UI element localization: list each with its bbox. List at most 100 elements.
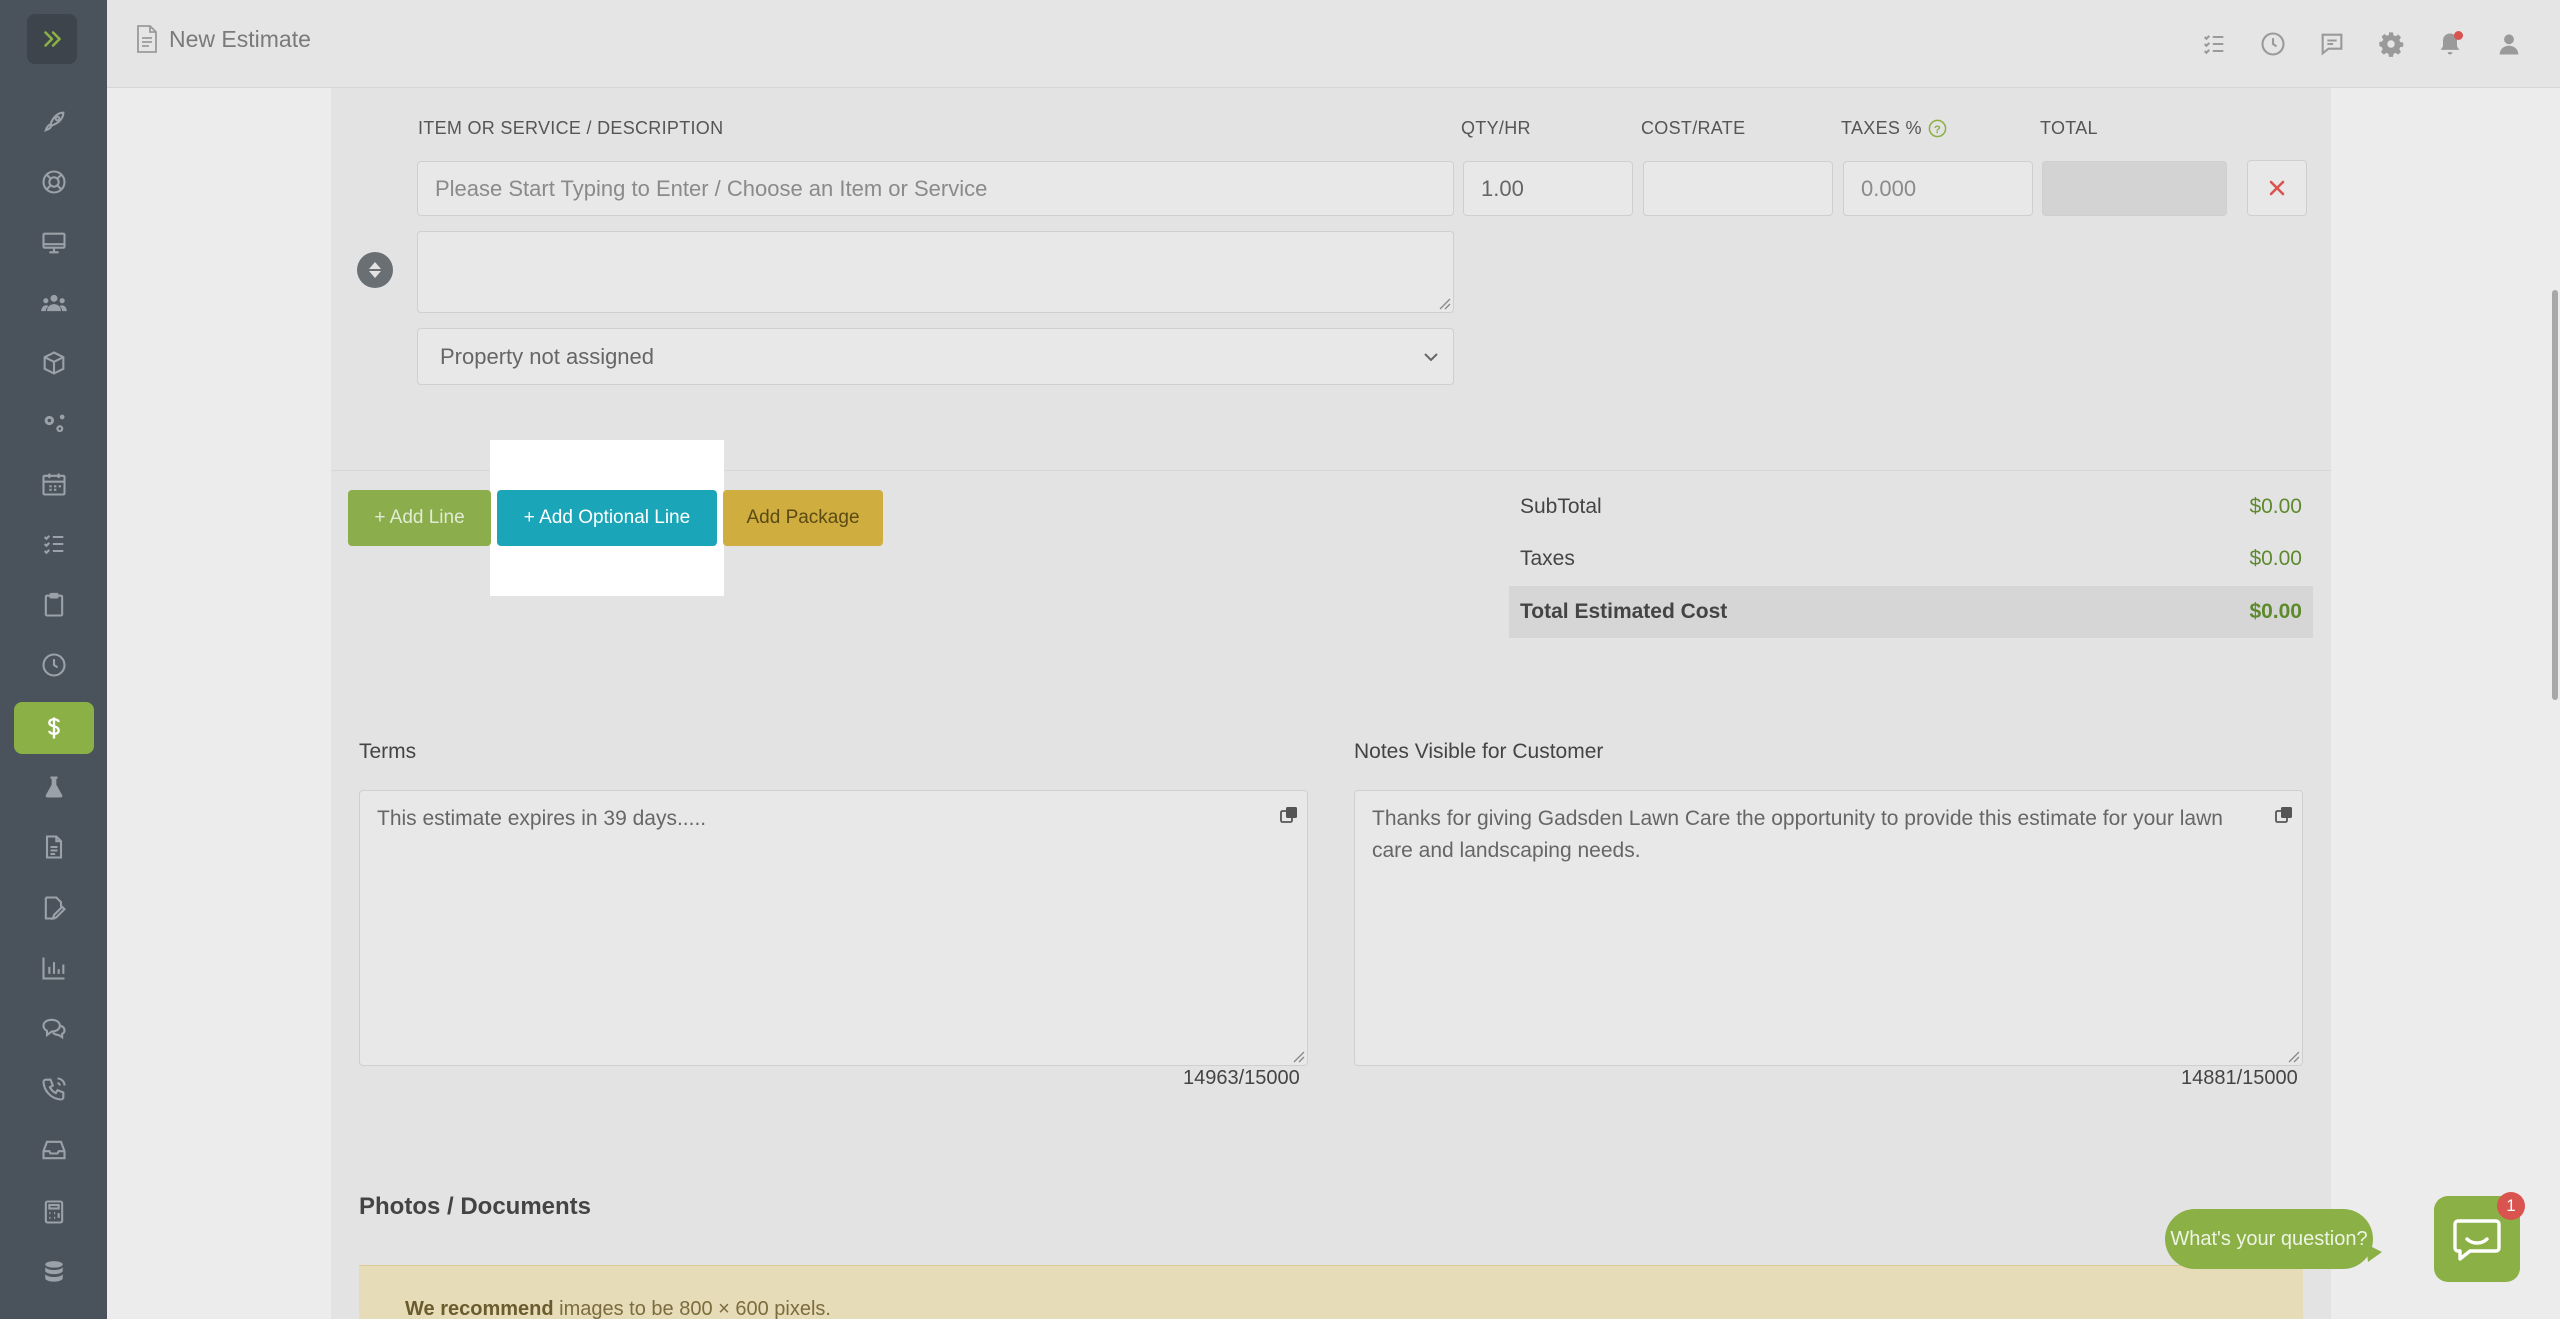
chat-icon — [2453, 1219, 2501, 1261]
add-line-button[interactable]: + Add Line — [348, 490, 491, 546]
messages-button[interactable] — [2315, 27, 2349, 61]
monitor-icon — [42, 232, 66, 254]
subtotal-label: SubTotal — [1520, 495, 1602, 518]
remove-line-button[interactable] — [2247, 160, 2307, 216]
sidebar-item-timesheets[interactable] — [14, 639, 94, 691]
sidebar-item-calculator[interactable] — [14, 1186, 94, 1238]
reorder-handle[interactable] — [357, 252, 393, 288]
column-header-total: TOTAL — [2040, 118, 2098, 138]
property-select[interactable]: Property not assigned — [417, 328, 1454, 385]
sidebar-item-estimates[interactable] — [14, 702, 94, 754]
sidebar-item-calendar[interactable] — [14, 458, 94, 510]
description-textarea[interactable] — [417, 231, 1454, 313]
calculator-icon — [44, 1200, 64, 1224]
resize-handle-icon[interactable] — [1291, 1049, 1305, 1063]
resize-handle-icon[interactable] — [2286, 1049, 2300, 1063]
total-estimated-cost-value: $0.00 — [2249, 600, 2302, 623]
notifications-button[interactable] — [2433, 27, 2467, 61]
terms-char-counter: 14963/15000 — [1183, 1067, 1300, 1089]
svg-text:?: ? — [1934, 124, 1941, 136]
page-scrollbar[interactable] — [2552, 290, 2558, 700]
sidebar-toggle-button[interactable] — [27, 14, 77, 64]
copy-icon[interactable] — [2274, 805, 2294, 825]
copy-icon[interactable] — [1279, 805, 1299, 825]
phone-icon — [42, 1077, 66, 1101]
sidebar-item-launch[interactable] — [14, 96, 94, 148]
sidebar-item-messages[interactable] — [14, 1002, 94, 1054]
flask-icon — [45, 776, 63, 798]
dollar-icon — [48, 717, 60, 739]
resize-handle-icon[interactable] — [1437, 296, 1451, 310]
taxes-row: Taxes $0.00 — [1509, 533, 2313, 585]
sidebar-item-lab[interactable] — [14, 761, 94, 813]
sidebar-item-jobs[interactable] — [14, 579, 94, 631]
total-estimated-cost-row: Total Estimated Cost $0.00 — [1509, 586, 2313, 638]
recommend-text: images to be 800 × 600 pixels. — [553, 1298, 831, 1319]
subtotal-row: SubTotal $0.00 — [1509, 481, 2313, 533]
chat-prompt-bubble[interactable]: What's your question? — [2165, 1209, 2373, 1269]
checklist-icon — [43, 535, 64, 555]
lifebuoy-icon — [42, 170, 66, 194]
sidebar-item-invoices[interactable] — [14, 821, 94, 873]
column-header-taxes-label: TAXES % — [1841, 118, 1922, 138]
column-header-qty: QTY/HR — [1461, 118, 1531, 138]
sidebar-item-tasks[interactable] — [14, 518, 94, 570]
time-button[interactable] — [2256, 27, 2290, 61]
add-optional-line-button[interactable]: + Add Optional Line — [497, 490, 717, 546]
qty-input[interactable]: 1.00 — [1463, 161, 1633, 216]
sidebar — [0, 0, 107, 1319]
chat-bubbles-icon — [42, 1018, 66, 1040]
add-package-button[interactable]: Add Package — [723, 490, 883, 546]
tasks-button[interactable] — [2197, 27, 2231, 61]
sidebar-item-inbox[interactable] — [14, 1124, 94, 1176]
help-icon[interactable]: ? — [1928, 119, 1947, 138]
notes-text: Thanks for giving Gadsden Lawn Care the … — [1372, 807, 2223, 862]
gear-icon — [2379, 32, 2404, 57]
taxes-value: $0.00 — [2249, 547, 2302, 570]
users-icon — [41, 294, 67, 312]
calendar-icon — [42, 473, 66, 496]
inbox-icon — [42, 1140, 66, 1160]
top-bar: New Estimate — [107, 0, 2560, 88]
terms-label: Terms — [359, 740, 417, 763]
total-estimated-cost-label: Total Estimated Cost — [1520, 600, 1728, 623]
settings-button[interactable] — [2374, 27, 2408, 61]
document-icon — [45, 835, 63, 859]
message-icon — [2321, 33, 2343, 56]
close-icon — [2269, 180, 2285, 196]
rocket-icon — [44, 111, 65, 132]
taxes-label: Taxes — [1520, 547, 1575, 570]
bar-chart-icon — [42, 957, 65, 980]
double-chevron-right-icon — [44, 31, 61, 47]
clock-icon — [2261, 32, 2285, 56]
chevron-down-icon — [1424, 352, 1438, 361]
terms-textarea[interactable]: This estimate expires in 39 days..... — [359, 790, 1308, 1066]
item-service-input[interactable]: Please Start Typing to Enter / Choose an… — [417, 161, 1454, 216]
database-icon — [45, 1261, 63, 1282]
sidebar-item-calls[interactable] — [14, 1063, 94, 1115]
sidebar-item-products[interactable] — [14, 337, 94, 389]
sidebar-item-support[interactable] — [14, 156, 94, 208]
cost-rate-input[interactable] — [1643, 161, 1833, 216]
sidebar-item-settings[interactable] — [14, 398, 94, 450]
notes-label: Notes Visible for Customer — [1354, 740, 1604, 763]
sidebar-item-customers[interactable] — [14, 277, 94, 329]
notes-textarea[interactable]: Thanks for giving Gadsden Lawn Care the … — [1354, 790, 2303, 1066]
signature-icon — [44, 896, 66, 921]
photos-documents-title: Photos / Documents — [359, 1193, 592, 1220]
sidebar-item-dashboard[interactable] — [14, 217, 94, 269]
notes-char-counter: 14881/15000 — [2181, 1067, 2298, 1089]
clipboard-icon — [44, 592, 64, 617]
sidebar-item-database[interactable] — [14, 1246, 94, 1298]
sidebar-item-contracts[interactable] — [14, 882, 94, 934]
document-icon — [137, 25, 157, 53]
box-icon — [43, 351, 65, 375]
sidebar-item-reports[interactable] — [14, 942, 94, 994]
property-select-value: Property not assigned — [440, 343, 655, 369]
gears-icon — [44, 414, 65, 433]
column-header-taxes: TAXES % ? — [1841, 118, 1947, 139]
profile-button[interactable] — [2492, 27, 2526, 61]
sort-arrows-icon — [369, 262, 381, 278]
taxes-input[interactable]: 0.000 — [1843, 161, 2033, 216]
clock-icon — [42, 653, 66, 677]
